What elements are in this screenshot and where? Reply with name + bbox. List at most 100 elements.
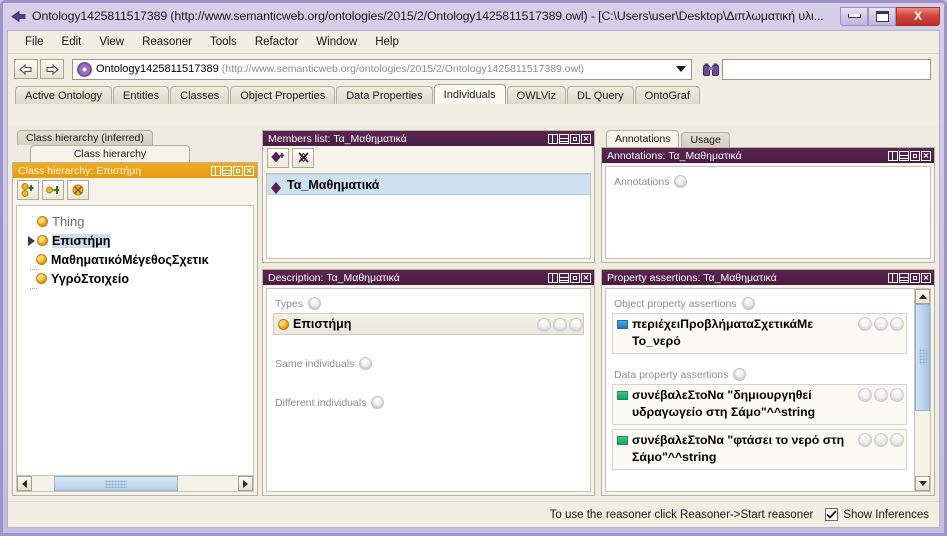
show-inferences-checkbox[interactable]: [825, 508, 839, 521]
edit-assertion-icon[interactable]: [858, 388, 872, 402]
menu-window[interactable]: Window: [307, 33, 366, 51]
annotate-assertion-icon[interactable]: [890, 388, 904, 402]
subtab-class-hierarchy[interactable]: Class hierarchy: [30, 145, 190, 162]
expand-twisty-icon[interactable]: [25, 235, 37, 246]
menu-edit[interactable]: Edit: [53, 33, 91, 51]
subtab-class-hierarchy-inferred[interactable]: Class hierarchy (inferred): [17, 130, 153, 145]
tab-classes[interactable]: Classes: [170, 86, 230, 104]
add-object-property-assertion-button[interactable]: [741, 297, 755, 310]
edit-assertion-icon[interactable]: [858, 317, 872, 331]
add-subclass-button[interactable]: [17, 180, 39, 200]
stack-view-icon[interactable]: [559, 133, 569, 144]
delete-assertion-icon[interactable]: [874, 317, 888, 331]
add-data-property-assertion-button[interactable]: [733, 368, 747, 381]
forward-arrow-icon[interactable]: [40, 59, 64, 79]
add-annotation-button[interactable]: [674, 175, 688, 188]
close-panel-icon[interactable]: [921, 272, 931, 283]
split-view-icon[interactable]: [211, 165, 221, 176]
right-column: Annotations Usage Annotations: Τα_Μαθημα…: [601, 130, 935, 496]
tab-ontograf[interactable]: OntoGraf: [634, 86, 700, 104]
annotations-section-label: Annotations: [614, 175, 670, 188]
scroll-down-button[interactable]: [915, 476, 930, 491]
tree-item-mathimatiko[interactable]: ΜαθηματικόΜέγεθοςΣχετικ: [23, 250, 249, 270]
tab-individuals[interactable]: Individuals: [433, 84, 506, 104]
scroll-track[interactable]: [915, 304, 930, 476]
object-property-assertion-row[interactable]: περιέχειΠροβλήματαΣχετικάΜε Το_νερό: [612, 313, 907, 354]
add-type-button[interactable]: [308, 297, 322, 310]
maximize-panel-icon[interactable]: [910, 272, 920, 283]
tab-data-properties[interactable]: Data Properties: [336, 86, 433, 104]
tab-object-properties[interactable]: Object Properties: [230, 86, 336, 104]
property-assertions-frame: Object property assertions περιέχειΠροβλ…: [606, 289, 913, 491]
split-view-icon[interactable]: [548, 133, 558, 144]
tab-owlviz[interactable]: OWLViz: [506, 86, 566, 104]
close-panel-icon[interactable]: [244, 165, 254, 176]
data-property-assertion-row[interactable]: συνέβαλεΣτοΝα "δημιουργηθεί υδραγωγείο σ…: [612, 384, 907, 425]
maximize-panel-icon[interactable]: [910, 150, 920, 161]
menu-tools[interactable]: Tools: [201, 33, 246, 51]
maximize-panel-icon[interactable]: [570, 272, 580, 283]
type-row[interactable]: Επιστήμη: [273, 313, 584, 335]
subtab-usage[interactable]: Usage: [681, 132, 730, 147]
delete-type-icon[interactable]: [553, 317, 567, 332]
show-inferences-toggle[interactable]: Show Inferences: [825, 508, 929, 521]
stack-view-icon[interactable]: [899, 272, 909, 283]
delete-class-button[interactable]: [67, 180, 89, 200]
edit-type-icon[interactable]: [537, 317, 551, 332]
split-view-icon[interactable]: [548, 272, 558, 283]
annotate-assertion-icon[interactable]: [890, 317, 904, 331]
members-list-body[interactable]: Τα_Μαθηματικά: [266, 173, 591, 259]
chevron-down-icon[interactable]: [673, 66, 689, 72]
annotate-type-icon[interactable]: [569, 317, 583, 332]
stack-view-icon[interactable]: [559, 272, 569, 283]
add-different-individual-button[interactable]: [371, 396, 385, 409]
close-panel-icon[interactable]: [581, 133, 591, 144]
tab-active-ontology[interactable]: Active Ontology: [15, 86, 113, 104]
menu-reasoner[interactable]: Reasoner: [133, 33, 201, 51]
close-panel-icon[interactable]: [921, 150, 931, 161]
add-individual-button[interactable]: [267, 148, 289, 168]
close-button[interactable]: X: [896, 6, 940, 26]
list-item[interactable]: Τα_Μαθηματικά: [267, 174, 590, 195]
binoculars-search-icon[interactable]: [700, 58, 722, 80]
scroll-thumb[interactable]: [915, 304, 930, 411]
annotate-assertion-icon[interactable]: [890, 433, 904, 447]
ontology-selector[interactable]: Ontology1425811517389 (http://www.semant…: [72, 58, 692, 80]
stack-view-icon[interactable]: [222, 165, 232, 176]
tree-item-epistimi[interactable]: Επιστήμη: [23, 231, 249, 250]
class-tree-body[interactable]: Thing Επιστήμη ΜαθηματικόΜέγεθοςΣχετικ Υ…: [16, 205, 254, 492]
data-property-assertion-row[interactable]: συνέβαλεΣτοΝα "φτάσει το νερό στη Σάμο"^…: [612, 429, 907, 470]
menu-view[interactable]: View: [90, 33, 133, 51]
class-tree-hscrollbar[interactable]: [17, 475, 253, 491]
annotations-usage-tabs: Annotations Usage: [601, 130, 935, 147]
stack-view-icon[interactable]: [899, 150, 909, 161]
add-sibling-class-button[interactable]: [42, 180, 64, 200]
scroll-right-button[interactable]: [238, 476, 253, 491]
search-input[interactable]: [722, 58, 931, 80]
scroll-left-button[interactable]: [17, 476, 32, 491]
delete-assertion-icon[interactable]: [874, 433, 888, 447]
tab-dl-query[interactable]: DL Query: [566, 86, 634, 104]
tab-entities[interactable]: Entities: [113, 86, 170, 104]
tree-item-thing[interactable]: Thing: [23, 212, 249, 231]
back-arrow-icon[interactable]: [14, 59, 38, 79]
tree-item-ygrostoixeio[interactable]: ΥγρόΣτοιχείο: [23, 269, 249, 289]
add-same-individual-button[interactable]: [359, 357, 373, 370]
scroll-up-button[interactable]: [915, 289, 930, 304]
minimize-button[interactable]: [840, 6, 868, 26]
edit-assertion-icon[interactable]: [858, 433, 872, 447]
delete-assertion-icon[interactable]: [874, 388, 888, 402]
maximize-button[interactable]: [868, 6, 896, 26]
split-view-icon[interactable]: [888, 150, 898, 161]
delete-individual-button[interactable]: [292, 148, 314, 168]
property-assertions-vscrollbar[interactable]: [914, 289, 930, 491]
close-panel-icon[interactable]: [581, 272, 591, 283]
maximize-panel-icon[interactable]: [233, 165, 243, 176]
property-assertions-title: Property assertions: Τα_Μαθηματικά: [607, 271, 777, 284]
menu-help[interactable]: Help: [366, 33, 408, 51]
split-view-icon[interactable]: [888, 272, 898, 283]
menu-refactor[interactable]: Refactor: [246, 33, 307, 51]
subtab-annotations[interactable]: Annotations: [606, 130, 680, 147]
menu-file[interactable]: File: [16, 33, 53, 51]
maximize-panel-icon[interactable]: [570, 133, 580, 144]
